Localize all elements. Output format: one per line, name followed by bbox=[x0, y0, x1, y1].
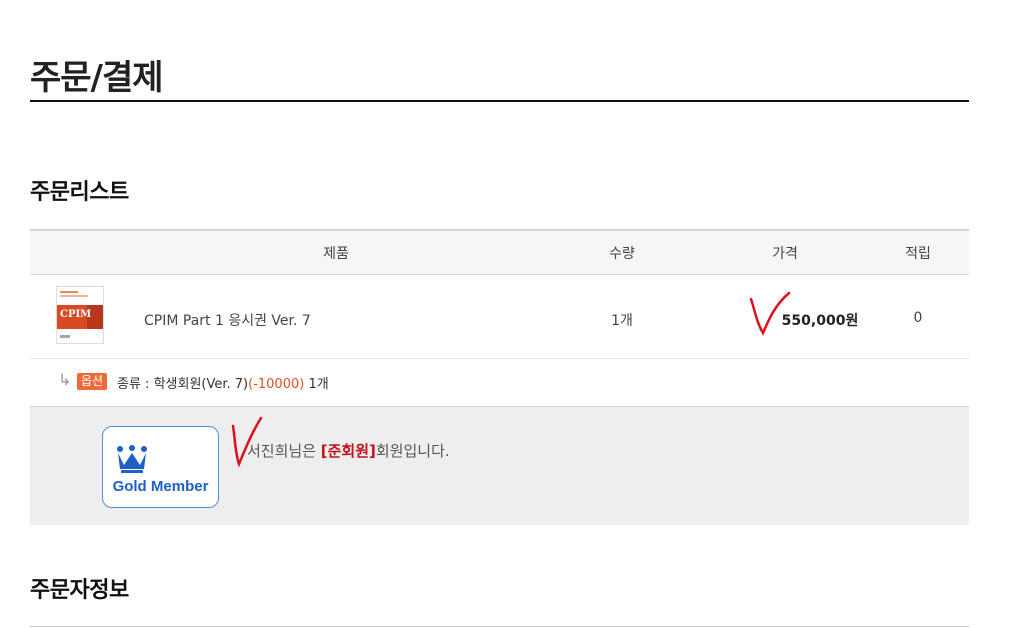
product-thumbnail[interactable]: CPIM bbox=[56, 286, 104, 344]
thumbnail-brand: CPIM bbox=[60, 309, 92, 320]
item-price: 550,000원 bbox=[781, 313, 859, 329]
item-points: 0 bbox=[913, 310, 923, 326]
membership-status-text: 서진희님은 [준회원]회원입니다. bbox=[247, 440, 450, 461]
header-quantity: 수량 bbox=[609, 246, 635, 262]
option-detail: 종류 : 학생회원(Ver. 7)(-10000) 1개 bbox=[117, 373, 329, 392]
title-divider bbox=[30, 100, 969, 102]
option-badge: 옵션 bbox=[77, 373, 108, 390]
header-points: 적립 bbox=[905, 246, 931, 262]
order-table-header: 제품 수량 가격 적립 bbox=[30, 229, 969, 275]
option-label: 종류 : 학생회원(Ver. 7) bbox=[117, 377, 249, 392]
member-grade: [준회원] bbox=[320, 442, 376, 460]
crown-icon bbox=[117, 445, 147, 473]
header-price: 가격 bbox=[772, 246, 798, 262]
item-quantity: 1개 bbox=[611, 313, 633, 329]
membership-info-box: Gold Member 서진희님은 [준회원]회원입니다. bbox=[30, 406, 969, 525]
gold-member-badge: Gold Member bbox=[102, 426, 219, 508]
member-suffix-text: 회원입니다. bbox=[375, 442, 450, 460]
member-name-text: 서진희님은 bbox=[247, 442, 321, 460]
option-price-diff: (-10000) bbox=[248, 377, 305, 392]
badge-label: Gold Member bbox=[112, 478, 209, 495]
sub-arrow-icon: ↳ bbox=[58, 370, 72, 389]
option-row: ↳ 옵션 종류 : 학생회원(Ver. 7)(-10000) 1개 bbox=[30, 358, 969, 406]
header-product: 제품 bbox=[323, 246, 349, 262]
product-name[interactable]: CPIM Part 1 응시권 Ver. 7 bbox=[144, 310, 311, 330]
option-quantity: 1개 bbox=[308, 377, 329, 392]
order-list-heading: 주문리스트 bbox=[30, 180, 129, 205]
section-divider bbox=[30, 626, 969, 627]
order-item-row: CPIM CPIM Part 1 응시권 Ver. 7 1개 550,000원 … bbox=[30, 274, 969, 359]
page-title: 주문/결제 bbox=[30, 58, 164, 98]
orderer-info-heading: 주문자정보 bbox=[30, 578, 129, 603]
